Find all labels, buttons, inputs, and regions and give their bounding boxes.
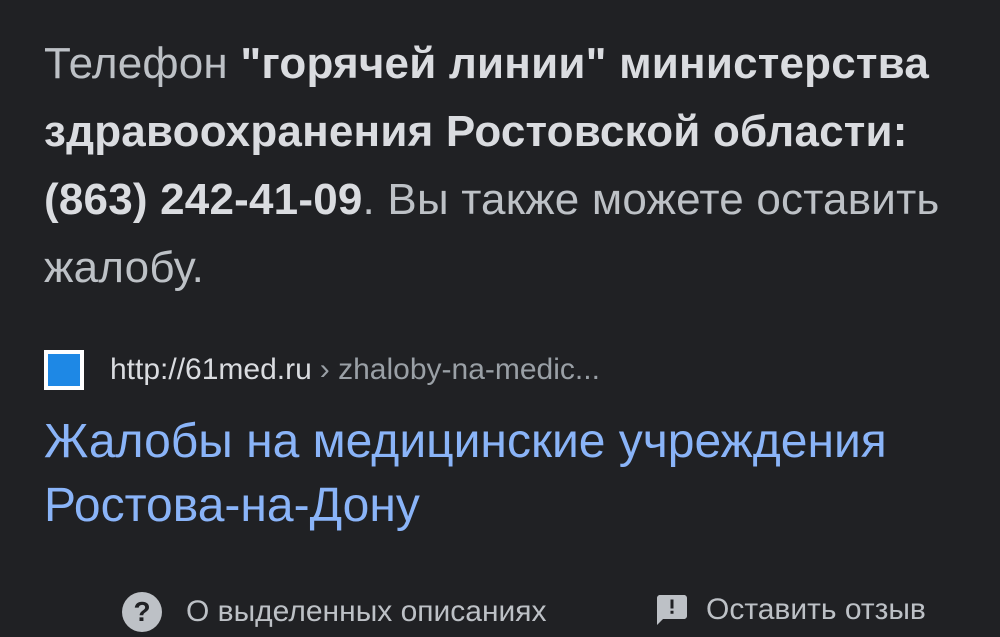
feedback-label: Оставить отзыв — [706, 593, 926, 626]
feedback-icon — [657, 595, 687, 625]
question-mark-icon: ? — [122, 592, 162, 632]
result-source[interactable]: http://61med.ru › zhaloby-na-medic... — [44, 345, 600, 395]
feedback-button[interactable]: Оставить отзыв — [654, 592, 926, 628]
featured-snippet-text: Телефон "горячей линии" министерства здр… — [44, 30, 974, 302]
result-url-domain[interactable]: http://61med.ru — [110, 353, 312, 387]
about-featured-snippets-button[interactable]: ? О выделенных описаниях — [122, 592, 547, 632]
result-url-path[interactable]: › zhaloby-na-medic... — [320, 353, 600, 387]
result-title-link[interactable]: Жалобы на медицинские учреждения Ростова… — [44, 410, 964, 538]
site-favicon-icon — [44, 350, 84, 390]
snippet-text-start: Телефон — [44, 39, 241, 88]
about-featured-snippets-label: О выделенных описаниях — [186, 595, 547, 628]
snippet-footer: ? О выделенных описаниях Оставить отзыв — [0, 592, 1000, 637]
